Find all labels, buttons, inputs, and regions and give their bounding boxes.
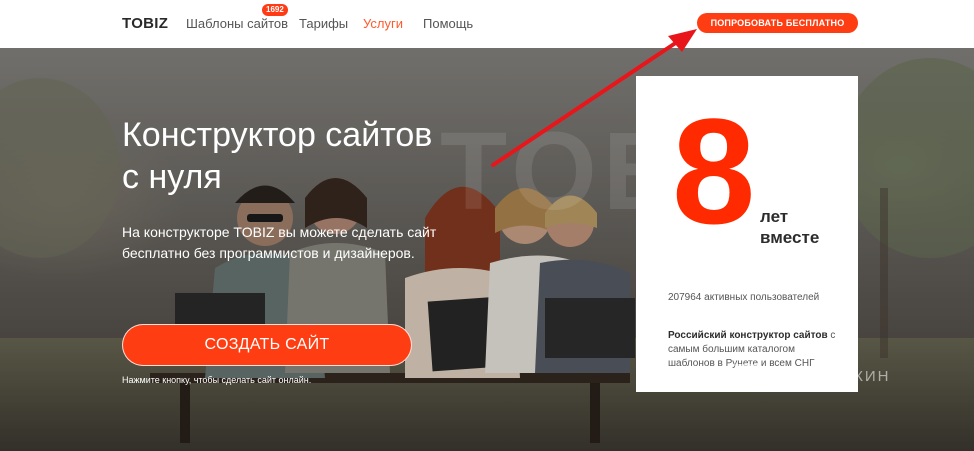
templates-count-badge: 1692 (262, 4, 288, 16)
cta-hint: Нажмите кнопку, чтобы сделать сайт онлай… (122, 375, 312, 385)
hero-title-line-1: Конструктор сайтов (122, 116, 433, 154)
hero-description: На конструкторе TOBIZ вы можете сделать … (122, 224, 437, 261)
card-description-bold: Российский конструктор сайтов (668, 330, 828, 341)
years-label-line-1: лет (760, 207, 789, 226)
watermark-logo-icon (730, 364, 762, 388)
create-site-button[interactable]: СОЗДАТЬ САЙТ (122, 324, 412, 366)
active-users-text: 207964 активных пользователей (668, 292, 820, 303)
years-label-line-2: вместе (760, 228, 820, 247)
hero-title: Конструктор сайтов с нуля (122, 114, 482, 198)
nav-help[interactable]: Помощь (423, 16, 473, 31)
nav-templates[interactable]: Шаблоны сайтов (186, 16, 288, 31)
watermark-text: ПАРТНЕРКИН (770, 367, 891, 385)
stats-card: 8 лет вместе 207964 активных пользовател… (636, 76, 858, 392)
watermark: ПАРТНЕРКИН (730, 362, 890, 390)
logo[interactable]: TOBIZ (122, 15, 168, 32)
nav-pricing[interactable]: Тарифы (299, 16, 348, 31)
hero-title-line-2: с нуля (122, 158, 222, 196)
try-free-button[interactable]: ПОПРОБОВАТЬ БЕСПЛАТНО (697, 13, 858, 33)
nav-services[interactable]: Услуги (363, 16, 403, 31)
hero-section: TOBIZ Конструктор сайтов с нуля На конст… (0, 48, 974, 451)
years-number: 8 (672, 87, 756, 255)
years-label: лет вместе (760, 206, 819, 248)
top-navbar: TOBIZ Шаблоны сайтов 1692 Тарифы Услуги … (0, 0, 974, 48)
